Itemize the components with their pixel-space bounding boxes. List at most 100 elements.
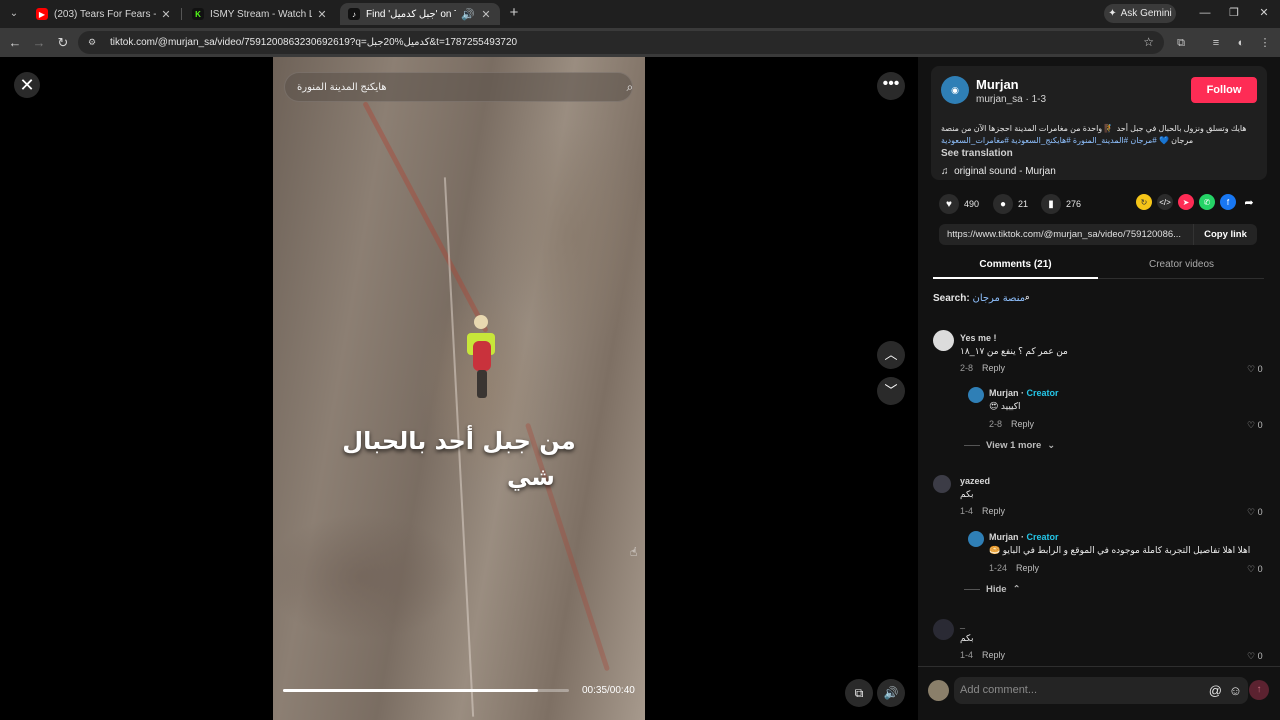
minimize-icon[interactable]: — bbox=[1194, 4, 1216, 22]
panel-tabs: Comments (21) Creator videos bbox=[933, 255, 1264, 279]
tab-search-chevron-icon[interactable]: ⌄ bbox=[6, 5, 22, 21]
like-count: 0 bbox=[1257, 651, 1263, 661]
like-stat[interactable]: ♥ 490 bbox=[939, 194, 979, 214]
reading-list-icon[interactable]: ≡ bbox=[1207, 34, 1225, 52]
commenter-name[interactable]: yazeed bbox=[960, 476, 990, 486]
extensions-icon[interactable]: ⧉ bbox=[1172, 34, 1190, 52]
heart-outline-icon[interactable]: ♡ bbox=[1247, 420, 1255, 430]
follow-button[interactable]: Follow bbox=[1191, 77, 1257, 103]
comment-stat[interactable]: ● 21 bbox=[993, 194, 1028, 214]
hide-replies-button[interactable]: Hide ⌃ bbox=[964, 584, 1021, 595]
search-query[interactable]: منصة مرجان bbox=[972, 293, 1025, 304]
commenter-avatar[interactable] bbox=[933, 475, 951, 493]
like-count: 0 bbox=[1257, 507, 1263, 517]
commenter-name[interactable]: _ bbox=[960, 620, 965, 630]
previous-video-chevron-up-icon[interactable]: ︿ bbox=[877, 341, 905, 369]
video-player[interactable]: هايكنج المدينة المنورة ⌕ من جبل أحد بالح… bbox=[273, 57, 645, 720]
comment-like[interactable]: ♡ 0 bbox=[1247, 651, 1263, 662]
reply-button[interactable]: Reply bbox=[1011, 419, 1034, 429]
comment-search-suggestion[interactable]: Search: منصة مرجان⌕ bbox=[933, 293, 1030, 304]
search-icon[interactable]: ⌕ bbox=[627, 80, 634, 95]
profile-avatar-icon[interactable]: ◐ bbox=[1232, 34, 1250, 52]
emoji-icon[interactable]: ☺ bbox=[1229, 677, 1242, 704]
video-progress-bar[interactable] bbox=[283, 689, 569, 692]
commenter-avatar[interactable] bbox=[933, 330, 954, 351]
new-tab-button[interactable]: + bbox=[505, 4, 523, 22]
heart-outline-icon[interactable]: ♡ bbox=[1247, 364, 1255, 374]
ask-gemini-button[interactable]: ✦ Ask Gemini bbox=[1104, 4, 1176, 23]
save-stat[interactable]: ▮ 276 bbox=[1041, 194, 1081, 214]
browser-tab-kick[interactable]: K ISMY Stream - Watch Live on Ki ✕ bbox=[184, 3, 336, 25]
heart-outline-icon[interactable]: ♡ bbox=[1247, 564, 1255, 574]
commenter-name[interactable]: Murjan · Creator bbox=[989, 532, 1059, 542]
tab-creator-videos[interactable]: Creator videos bbox=[1099, 259, 1264, 270]
send-to-friends-icon[interactable]: ➤ bbox=[1178, 194, 1194, 210]
browser-tab-tiktok[interactable]: ♪ Find 'جبل كدميل' on TikTok | 🔊 ✕ bbox=[340, 3, 500, 25]
creator-avatar[interactable] bbox=[968, 531, 984, 547]
close-tab-icon[interactable]: ✕ bbox=[160, 8, 172, 21]
close-tab-icon[interactable]: ✕ bbox=[316, 8, 328, 21]
reply-button[interactable]: Reply bbox=[982, 506, 1005, 516]
reply-button[interactable]: Reply bbox=[1016, 563, 1039, 573]
close-tab-icon[interactable]: ✕ bbox=[480, 8, 492, 21]
comment-like[interactable]: ♡ 0 bbox=[1247, 420, 1263, 431]
close-icon[interactable]: ✕ bbox=[14, 72, 40, 98]
video-search-text[interactable]: هايكنج المدينة المنورة bbox=[297, 82, 387, 93]
facebook-icon[interactable]: f bbox=[1220, 194, 1236, 210]
comment-like[interactable]: ♡ 0 bbox=[1247, 507, 1263, 518]
picture-in-picture-icon[interactable]: ⧉ bbox=[845, 679, 873, 707]
commenter-avatar[interactable] bbox=[933, 619, 954, 640]
heart-outline-icon[interactable]: ♡ bbox=[1247, 507, 1255, 517]
author-handle[interactable]: murjan_sa bbox=[976, 94, 1023, 105]
heart-outline-icon[interactable]: ♡ bbox=[1247, 651, 1255, 661]
creator-avatar[interactable] bbox=[968, 387, 984, 403]
forward-arrow-icon[interactable]: → bbox=[30, 34, 48, 52]
browser-tab-youtube[interactable]: ▶ (203) Tears For Fears - Everybod ✕ bbox=[28, 3, 180, 25]
send-arrow-icon[interactable]: ↑ bbox=[1249, 680, 1269, 700]
reply-button[interactable]: Reply bbox=[982, 363, 1005, 373]
heart-icon[interactable]: ♥ bbox=[939, 194, 959, 214]
reload-icon[interactable]: ↻ bbox=[54, 34, 72, 52]
hide-label: Hide bbox=[986, 584, 1007, 595]
share-arrow-icon[interactable]: ➦ bbox=[1241, 194, 1257, 210]
view-more-replies-button[interactable]: View 1 more ⌄ bbox=[964, 440, 1055, 451]
tab-audio-icon[interactable]: 🔊 bbox=[460, 8, 476, 21]
volume-icon[interactable]: 🔊 bbox=[877, 679, 905, 707]
comment-like[interactable]: ♡ 0 bbox=[1247, 364, 1263, 375]
commenter-name[interactable]: Murjan · Creator bbox=[989, 388, 1059, 398]
caption-line-1: من جبل أحد بالحبال bbox=[342, 427, 576, 455]
copy-link-button[interactable]: Copy link bbox=[1193, 224, 1257, 245]
sound-link[interactable]: ♫ original sound - Murjan bbox=[941, 166, 1056, 177]
site-info-icon[interactable]: ⚙ bbox=[88, 37, 100, 49]
video-search-bar[interactable]: هايكنج المدينة المنورة ⌕ bbox=[284, 72, 633, 102]
address-bar[interactable]: ⚙ tiktok.com/@murjan_sa/video/7591200863… bbox=[78, 31, 1164, 54]
sound-label: original sound - Murjan bbox=[954, 166, 1056, 177]
commenter-name[interactable]: Yes me ! bbox=[960, 333, 997, 343]
whatsapp-icon[interactable]: ✆ bbox=[1199, 194, 1215, 210]
browser-menu-icon[interactable]: ⋮ bbox=[1256, 34, 1274, 52]
browser-toolbar: ← → ↻ ⚙ tiktok.com/@murjan_sa/video/7591… bbox=[0, 28, 1280, 57]
bookmark-star-icon[interactable]: ☆ bbox=[1143, 35, 1154, 49]
reply-button[interactable]: Reply bbox=[982, 650, 1005, 660]
author-name[interactable]: Murjan bbox=[976, 77, 1019, 92]
close-window-icon[interactable]: ✕ bbox=[1253, 4, 1275, 22]
url-text[interactable]: tiktok.com/@murjan_sa/video/759120086323… bbox=[110, 37, 517, 48]
next-video-chevron-down-icon[interactable]: ﹀ bbox=[877, 377, 905, 405]
mention-at-icon[interactable]: @ bbox=[1209, 677, 1222, 704]
share-link-url[interactable]: https://www.tiktok.com/@murjan_sa/video/… bbox=[939, 229, 1193, 240]
see-translation-link[interactable]: See translation bbox=[941, 148, 1013, 159]
comment-bubble-icon[interactable]: ● bbox=[993, 194, 1013, 214]
hashtags[interactable]: 💙 #مرجان #المدينة_المنورة #هايكنج_السعود… bbox=[941, 136, 1169, 145]
add-comment-placeholder[interactable]: Add comment... bbox=[960, 684, 1037, 696]
bookmark-icon[interactable]: ▮ bbox=[1041, 194, 1061, 214]
more-options-icon[interactable]: ••• bbox=[877, 72, 905, 100]
repost-icon[interactable]: ↻ bbox=[1136, 194, 1152, 210]
restore-window-icon[interactable]: ❐ bbox=[1223, 4, 1245, 22]
comment-like[interactable]: ♡ 0 bbox=[1247, 564, 1263, 575]
back-arrow-icon[interactable]: ← bbox=[6, 34, 24, 52]
author-avatar[interactable]: ◉ bbox=[941, 76, 969, 104]
comment-text: من عمر كم ؟ ينفع من ١٧_١٨ bbox=[960, 346, 1068, 356]
add-comment-input[interactable]: Add comment... @ ☺ bbox=[954, 677, 1248, 704]
tab-comments[interactable]: Comments (21) bbox=[933, 259, 1098, 270]
embed-code-icon[interactable]: </> bbox=[1157, 194, 1173, 210]
